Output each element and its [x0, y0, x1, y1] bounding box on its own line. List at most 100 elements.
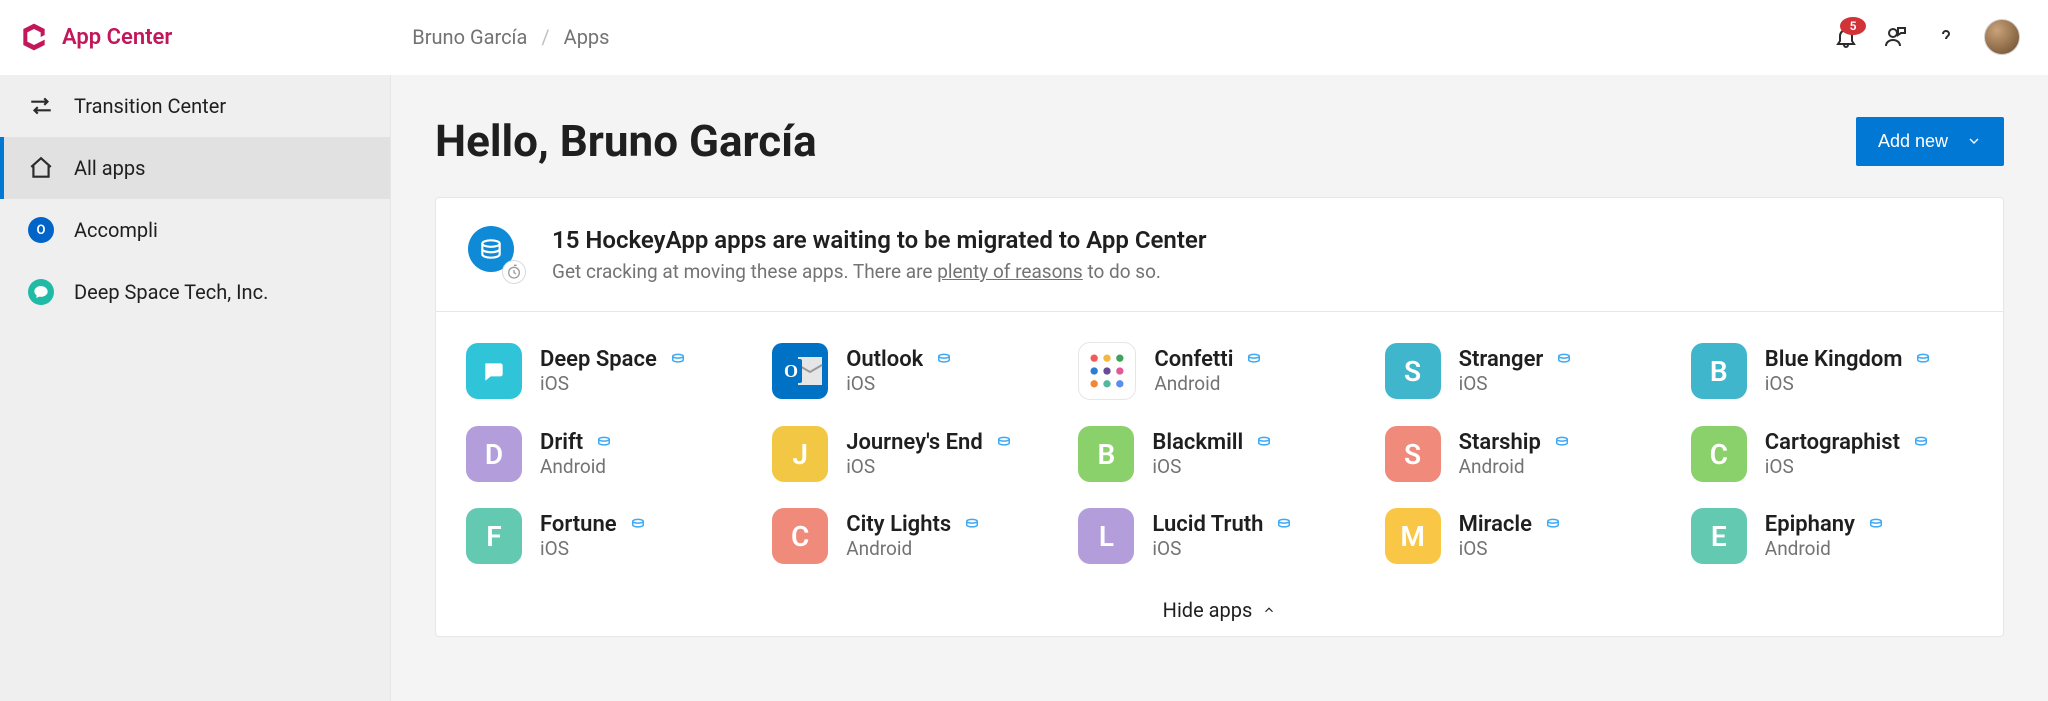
- migration-card: 15 HockeyApp apps are waiting to be migr…: [435, 197, 2004, 637]
- appcenter-logo-icon: [18, 21, 50, 53]
- app-item[interactable]: E Epiphany Android: [1691, 508, 1973, 564]
- app-item[interactable]: J Journey's End iOS: [772, 426, 1054, 482]
- hockeyapp-icon: [995, 434, 1013, 452]
- sidebar-item-all-apps[interactable]: All apps: [0, 137, 390, 199]
- app-text: Outlook iOS: [846, 347, 953, 395]
- hide-apps-button[interactable]: Hide apps: [436, 584, 2003, 636]
- app-os: iOS: [540, 537, 647, 560]
- app-text: Miracle iOS: [1459, 512, 1562, 560]
- app-name: Drift: [540, 430, 583, 455]
- app-icon: S: [1385, 343, 1441, 399]
- app-item[interactable]: M Miracle iOS: [1385, 508, 1667, 564]
- topbar-right: 5: [1834, 19, 2020, 55]
- banner-subtitle: Get cracking at moving these apps. There…: [552, 260, 1206, 283]
- app-icon: [1078, 342, 1136, 400]
- sidebar-item-org[interactable]: O Accompli: [0, 199, 390, 261]
- app-os: iOS: [1459, 372, 1574, 395]
- app-name: Starship: [1459, 430, 1541, 455]
- banner-link[interactable]: plenty of reasons: [937, 260, 1083, 283]
- app-item[interactable]: C City Lights Android: [772, 508, 1054, 564]
- app-text: Journey's End iOS: [846, 430, 1013, 478]
- app-text: Cartographist iOS: [1765, 430, 1930, 478]
- main: Hello, Bruno García Add new 15 HockeyApp…: [391, 75, 2048, 701]
- breadcrumb-current[interactable]: Apps: [564, 25, 610, 49]
- hockeyapp-icon: [1867, 516, 1885, 534]
- breadcrumb-root[interactable]: Bruno García: [412, 25, 527, 49]
- app-os: iOS: [846, 455, 1013, 478]
- chevron-up-icon: [1262, 603, 1276, 617]
- app-icon: O: [772, 343, 828, 399]
- hockeyapp-icon: [595, 434, 613, 452]
- sidebar-item-label: Accompli: [74, 218, 158, 242]
- hockeyapp-icon: [629, 516, 647, 534]
- app-text: Fortune iOS: [540, 512, 647, 560]
- app-name: Blue Kingdom: [1765, 347, 1903, 372]
- app-item[interactable]: Confetti Android: [1078, 342, 1360, 400]
- add-new-button[interactable]: Add new: [1856, 117, 2004, 166]
- app-icon: L: [1078, 508, 1134, 564]
- app-item[interactable]: F Fortune iOS: [466, 508, 748, 564]
- app-text: Blue Kingdom iOS: [1765, 347, 1933, 395]
- app-icon: M: [1385, 508, 1441, 564]
- brand-logo[interactable]: App Center: [18, 21, 172, 53]
- app-text: City Lights Android: [846, 512, 981, 560]
- feedback-button[interactable]: [1884, 25, 1908, 49]
- app-icon: S: [1385, 426, 1441, 482]
- app-item[interactable]: S Starship Android: [1385, 426, 1667, 482]
- person-feedback-icon: [1884, 25, 1908, 49]
- app-name: Blackmill: [1152, 430, 1243, 455]
- sidebar-item-org[interactable]: Deep Space Tech, Inc.: [0, 261, 390, 323]
- app-item[interactable]: D Drift Android: [466, 426, 748, 482]
- app-item[interactable]: B Blackmill iOS: [1078, 426, 1360, 482]
- app-name: Deep Space: [540, 347, 657, 372]
- hockeyapp-icon: [1914, 351, 1932, 369]
- breadcrumb-sep: /: [541, 25, 549, 49]
- outlook-org-icon: O: [28, 217, 54, 243]
- app-os: iOS: [1765, 455, 1930, 478]
- migration-banner: 15 HockeyApp apps are waiting to be migr…: [436, 198, 2003, 312]
- app-item[interactable]: L Lucid Truth iOS: [1078, 508, 1360, 564]
- sidebar-item-label: All apps: [74, 156, 145, 180]
- app-text: Drift Android: [540, 430, 613, 478]
- sidebar-item-transition[interactable]: Transition Center: [0, 75, 390, 137]
- app-text: Lucid Truth iOS: [1152, 512, 1293, 560]
- app-item[interactable]: B Blue Kingdom iOS: [1691, 342, 1973, 400]
- app-os: Android: [1765, 537, 1885, 560]
- chevron-down-icon: [1966, 133, 1982, 149]
- banner-text: 15 HockeyApp apps are waiting to be migr…: [552, 226, 1206, 283]
- app-name: City Lights: [846, 512, 951, 537]
- app-name: Outlook: [846, 347, 923, 372]
- hockeyapp-icon: [935, 351, 953, 369]
- app-os: iOS: [540, 372, 687, 395]
- user-avatar[interactable]: [1984, 19, 2020, 55]
- app-os: Android: [1154, 372, 1263, 395]
- app-os: iOS: [846, 372, 953, 395]
- help-button[interactable]: [1934, 25, 1958, 49]
- app-name: Lucid Truth: [1152, 512, 1263, 537]
- app-item[interactable]: S Stranger iOS: [1385, 342, 1667, 400]
- topbar: App Center Bruno García / Apps 5: [0, 0, 2048, 75]
- app-text: Blackmill iOS: [1152, 430, 1273, 478]
- app-item[interactable]: Deep Space iOS: [466, 342, 748, 400]
- app-name: Confetti: [1154, 347, 1233, 372]
- app-item[interactable]: C Cartographist iOS: [1691, 426, 1973, 482]
- hockeyapp-icon: [1553, 434, 1571, 452]
- notification-count: 5: [1840, 17, 1866, 35]
- hockeyapp-icon: [1544, 516, 1562, 534]
- app-os: iOS: [1459, 537, 1562, 560]
- app-icon: C: [1691, 426, 1747, 482]
- app-name: Journey's End: [846, 430, 983, 455]
- app-os: Android: [1459, 455, 1571, 478]
- banner-title: 15 HockeyApp apps are waiting to be migr…: [552, 226, 1206, 254]
- page-title: Hello, Bruno García: [435, 115, 817, 167]
- swap-icon: [28, 93, 54, 119]
- notifications-button[interactable]: 5: [1834, 25, 1858, 49]
- hide-apps-label: Hide apps: [1163, 598, 1253, 622]
- app-item[interactable]: O Outlook iOS: [772, 342, 1054, 400]
- app-name: Miracle: [1459, 512, 1532, 537]
- app-name: Stranger: [1459, 347, 1544, 372]
- app-text: Stranger iOS: [1459, 347, 1574, 395]
- shell: Transition Center All apps O Accompli Deep…: [0, 75, 2048, 701]
- hockeyapp-icon: [1255, 434, 1273, 452]
- app-icon: E: [1691, 508, 1747, 564]
